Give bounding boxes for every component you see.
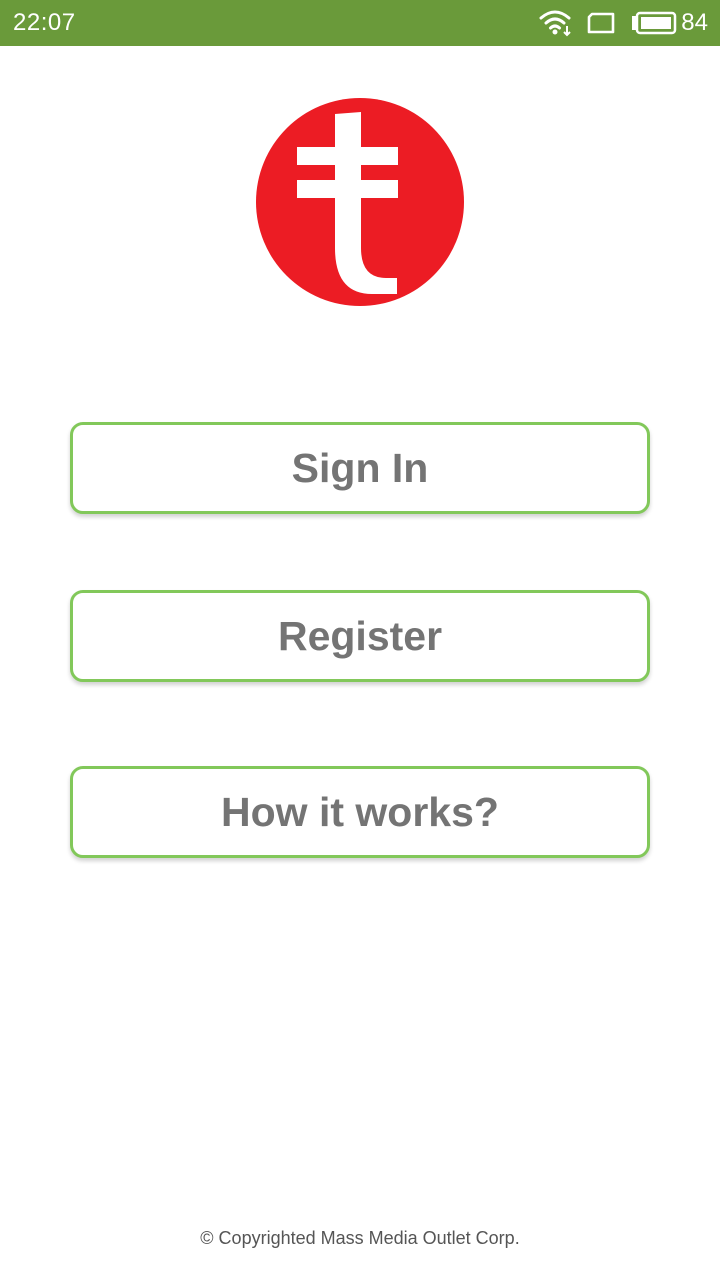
battery-percent: 84 <box>681 9 708 36</box>
battery-icon <box>631 11 677 35</box>
sign-in-button[interactable]: Sign In <box>70 422 650 514</box>
status-time: 22:07 <box>13 9 76 36</box>
copyright-footer: © Copyrighted Mass Media Outlet Corp. <box>200 1228 520 1248</box>
status-bar: 22:07 84 <box>0 0 720 46</box>
status-icons: 84 <box>539 6 708 40</box>
screen-rotation-icon <box>587 12 615 34</box>
t-logo-icon <box>256 98 464 306</box>
register-button[interactable]: Register <box>70 590 650 682</box>
wifi-icon <box>539 9 573 37</box>
how-it-works-button[interactable]: How it works? <box>70 766 650 858</box>
